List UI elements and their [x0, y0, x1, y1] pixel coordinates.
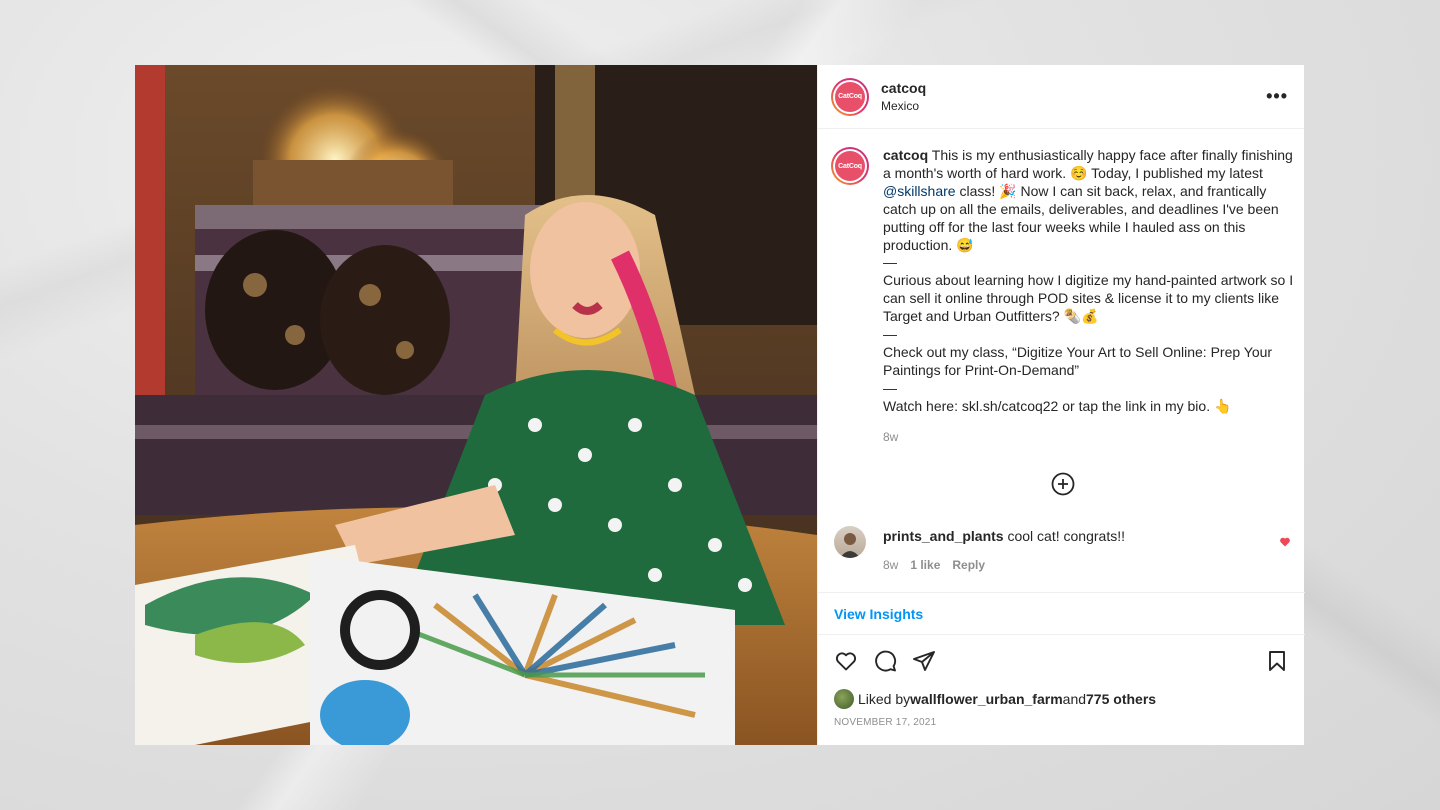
photo-illustration — [135, 65, 817, 745]
commenter-username[interactable]: prints_and_plants — [883, 528, 1004, 544]
caption-avatar[interactable]: CatCoq — [831, 147, 869, 185]
likes-middle: and — [1062, 691, 1087, 707]
comment-text: cool cat! congrats!! — [1003, 528, 1125, 544]
post-side-panel: CatCoq catcoq Mexico ••• CatCoq catcoq T… — [817, 65, 1305, 745]
caption-username[interactable]: catcoq — [883, 147, 928, 163]
caption-dash-2: — — [883, 326, 897, 343]
post-location[interactable]: Mexico — [881, 99, 1266, 113]
liker-avatar[interactable] — [834, 689, 854, 709]
like-heart-icon[interactable] — [834, 649, 858, 673]
likes-summary: Liked by wallflower_urban_farm and 775 o… — [834, 689, 1156, 709]
comment-bubble-icon[interactable] — [873, 649, 897, 673]
more-options-icon[interactable]: ••• — [1266, 86, 1288, 107]
caption-paragraph-3: Check out my class, “Digitize Your Art t… — [883, 343, 1273, 378]
post-header: CatCoq catcoq Mexico ••• — [818, 65, 1304, 129]
caption-paragraph-4: Watch here: skl.sh/catcoq22 or tap the l… — [883, 397, 1232, 414]
caption: CatCoq catcoq This is my enthusiasticall… — [831, 147, 1296, 447]
comment: prints_and_plants cool cat! congrats!! 8… — [834, 526, 1299, 572]
caption-part1: This is my enthusiastically happy face a… — [883, 147, 1293, 181]
comment-timestamp[interactable]: 8w — [883, 558, 898, 572]
share-send-icon[interactable] — [912, 649, 936, 673]
liker-username[interactable]: wallflower_urban_farm — [910, 691, 1063, 707]
caption-timestamp[interactable]: 8w — [883, 429, 1295, 447]
comment-likes-count[interactable]: 1 like — [910, 558, 940, 572]
author-avatar[interactable]: CatCoq — [831, 77, 869, 116]
comment-reply-button[interactable]: Reply — [952, 558, 985, 572]
caption-text: catcoq This is my enthusiastically happy… — [883, 147, 1295, 447]
likes-count[interactable]: 775 others — [1086, 691, 1156, 707]
save-bookmark-icon[interactable] — [1265, 649, 1289, 673]
caption-paragraph-2: Curious about learning how I digitize my… — [883, 272, 1294, 325]
caption-dash-3: — — [883, 379, 897, 396]
comment-liked-heart-icon[interactable] — [1279, 536, 1291, 548]
commenter-avatar[interactable] — [834, 526, 866, 558]
post-photo[interactable] — [135, 65, 817, 745]
instagram-post: CatCoq catcoq Mexico ••• CatCoq catcoq T… — [135, 65, 1305, 745]
author-username[interactable]: catcoq — [881, 80, 1266, 96]
caption-avatar-logo-text: CatCoq — [835, 151, 865, 181]
caption-dash-1: — — [883, 254, 897, 271]
load-more-comments-icon[interactable] — [1051, 472, 1075, 496]
view-insights-link[interactable]: View Insights — [818, 592, 1305, 635]
action-bar — [834, 649, 1289, 673]
avatar-logo-text: CatCoq — [835, 81, 865, 112]
likes-prefix: Liked by — [858, 691, 911, 707]
post-date[interactable]: NOVEMBER 17, 2021 — [834, 717, 936, 728]
mention-link[interactable]: @skillshare — [883, 183, 956, 199]
